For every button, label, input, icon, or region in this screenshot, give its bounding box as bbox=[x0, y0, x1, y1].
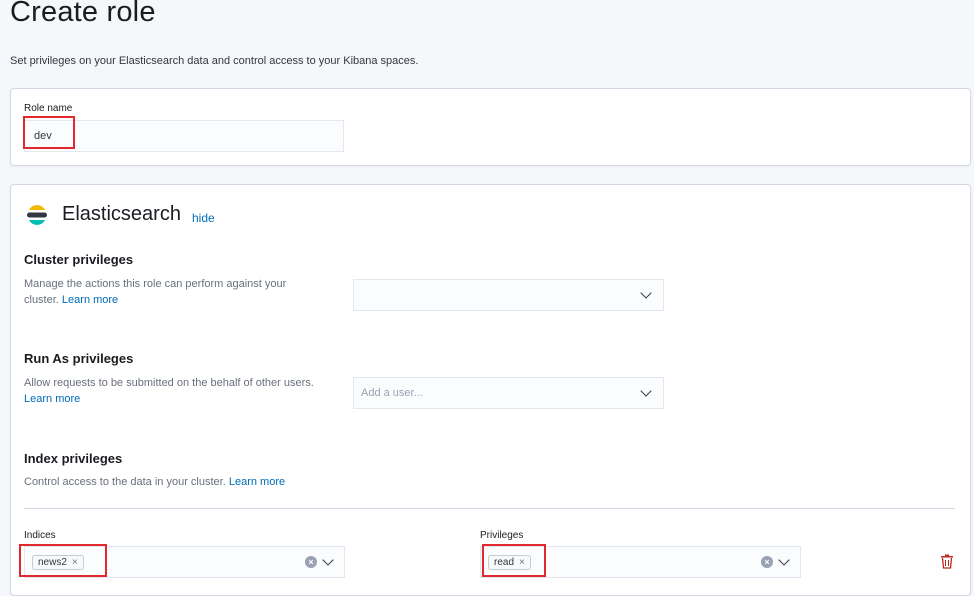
indices-label: Indices bbox=[24, 530, 56, 541]
index-desc-text: Control access to the data in your clust… bbox=[24, 476, 226, 488]
hide-link[interactable]: hide bbox=[192, 211, 215, 225]
index-learn-more-link[interactable]: Learn more bbox=[229, 476, 285, 488]
index-privileges-description: Control access to the data in your clust… bbox=[24, 474, 285, 490]
cluster-privileges-description: Manage the actions this role can perform… bbox=[24, 276, 344, 308]
privileges-label: Privileges bbox=[480, 530, 524, 541]
chevron-down-icon bbox=[778, 554, 790, 566]
role-name-panel: Role name dev bbox=[10, 88, 971, 166]
indices-highlight bbox=[19, 544, 107, 577]
clear-icon[interactable]: × bbox=[761, 556, 773, 568]
elasticsearch-panel: Elasticsearch hide Cluster privileges Ma… bbox=[10, 184, 971, 596]
index-privileges-title: Index privileges bbox=[24, 451, 123, 466]
page-title: Create role bbox=[10, 0, 156, 28]
index-divider bbox=[24, 508, 955, 509]
chevron-down-icon bbox=[640, 385, 652, 397]
cluster-learn-more-link[interactable]: Learn more bbox=[62, 294, 118, 306]
cluster-privileges-select[interactable] bbox=[353, 279, 664, 311]
cluster-privileges-title: Cluster privileges bbox=[24, 252, 134, 267]
elasticsearch-logo-icon bbox=[27, 205, 47, 225]
run-as-desc-line1: Allow requests to be submitted on the be… bbox=[24, 377, 314, 389]
clear-icon[interactable]: × bbox=[305, 556, 317, 568]
chevron-down-icon bbox=[640, 287, 652, 299]
cluster-desc-line2: cluster. Learn more bbox=[24, 292, 344, 308]
privileges-highlight bbox=[482, 544, 546, 577]
run-as-placeholder: Add a user... bbox=[361, 387, 423, 399]
run-as-privileges-description: Allow requests to be submitted on the be… bbox=[24, 375, 354, 407]
chevron-down-icon bbox=[322, 554, 334, 566]
role-name-highlight bbox=[23, 116, 75, 149]
trash-icon[interactable] bbox=[940, 554, 954, 569]
run-as-learn-more-link[interactable]: Learn more bbox=[24, 391, 354, 407]
role-name-label: Role name bbox=[24, 103, 73, 114]
cluster-desc-text: cluster. bbox=[24, 294, 59, 306]
elasticsearch-title: Elasticsearch bbox=[62, 203, 181, 225]
run-as-user-select[interactable]: Add a user... bbox=[353, 377, 664, 409]
page-description: Set privileges on your Elasticsearch dat… bbox=[10, 55, 419, 67]
cluster-desc-line1: Manage the actions this role can perform… bbox=[24, 278, 287, 290]
run-as-privileges-title: Run As privileges bbox=[24, 351, 134, 366]
